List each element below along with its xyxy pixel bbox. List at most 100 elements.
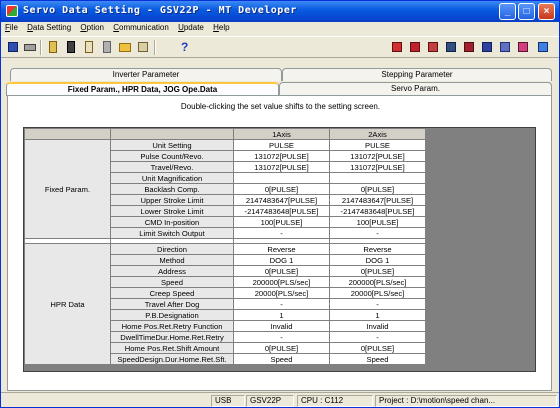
axis1-value-cell[interactable]: 0[PULSE] [233,183,330,195]
grid-empty-area [425,128,525,140]
axis2-value-cell[interactable]: 0[PULSE] [329,342,426,354]
grid-empty-area [425,139,525,151]
save-icon[interactable] [5,39,21,55]
write-icon[interactable] [389,39,405,55]
axis1-value-cell[interactable]: DOG 1 [233,254,330,266]
parameter-label: Unit Magnification [110,172,234,184]
table-row: Fixed Param. Unit Setting PULSE PULSE [24,139,525,239]
axis2-value-cell[interactable]: 0[PULSE] [329,183,426,195]
axis1-value-cell[interactable]: 131072[PULSE] [233,150,330,162]
tab-inverter-parameter[interactable]: Inverter Parameter [10,68,282,81]
app-icon [6,5,18,17]
menu-help[interactable]: Help [209,22,232,32]
axis1-value-cell[interactable]: 131072[PULSE] [233,161,330,173]
axis1-value-cell[interactable]: 1 [233,309,330,321]
status-connection: USB [211,395,245,407]
folder-icon[interactable] [117,39,133,55]
menu-file[interactable]: File [1,22,21,32]
close-button[interactable]: × [538,3,555,20]
title-bar[interactable]: Servo Data Setting - GSV22P - MT Develop… [1,1,559,22]
menu-update[interactable]: Update [174,22,207,32]
tab-stepping-parameter[interactable]: Stepping Parameter [282,68,552,81]
axis1-value-cell[interactable]: Speed [233,353,330,365]
parameter-icon[interactable] [45,39,61,55]
monitor-icon[interactable] [99,39,115,55]
monitor-screen-icon[interactable] [443,39,459,55]
axis2-value-cell[interactable]: 2147483647[PULSE] [329,194,426,206]
axis1-value-cell[interactable]: 0[PULSE] [233,342,330,354]
axis2-value-cell[interactable]: Invalid [329,320,426,332]
parameter-label: P.B.Designation [110,309,234,321]
axis1-value-cell[interactable]: - [233,227,330,239]
controller-icon[interactable] [63,39,79,55]
axis1-value-cell[interactable]: PULSE [233,139,330,151]
tab-fixed-param-hpr-jog[interactable]: Fixed Param., HPR Data, JOG Ope.Data [6,82,279,96]
verify-icon[interactable] [425,39,441,55]
axis2-value-cell[interactable]: PULSE [329,139,426,151]
edit-icon[interactable] [135,39,151,55]
menu-bar: File Data Setting Option Communication U… [1,22,559,36]
axis2-value-cell[interactable]: - [329,227,426,239]
parameter-label: CMD In-position [110,216,234,228]
axis1-value-cell[interactable]: 20000[PLS/sec] [233,287,330,299]
menu-option[interactable]: Option [76,22,107,32]
axis1-value-cell[interactable]: Invalid [233,320,330,332]
axis1-value-cell[interactable]: - [233,331,330,343]
grid-empty-area [425,216,525,228]
maximize-button[interactable]: □ [518,3,535,20]
grid-corner-cell [110,128,234,140]
axis2-value-cell[interactable]: - [329,298,426,310]
grid-empty-area [425,150,525,162]
read-icon[interactable] [407,39,423,55]
axis1-value-cell[interactable]: 2147483647[PULSE] [233,194,330,206]
parameter-label: SpeedDesign.Dur.Home.Ret.Sft. [110,353,234,365]
axis1-value-cell[interactable]: 100[PULSE] [233,216,330,228]
axis2-value-cell[interactable]: 131072[PULSE] [329,161,426,173]
grid-empty-area [425,194,525,206]
minimize-button[interactable]: _ [499,3,516,20]
axis2-value-cell[interactable]: 131072[PULSE] [329,150,426,162]
system-icon[interactable] [497,39,513,55]
tab-servo-param[interactable]: Servo Param. [279,82,552,95]
axis1-value-cell[interactable] [233,172,330,184]
menu-data-setting[interactable]: Data Setting [23,22,74,32]
parameter-label: Travel/Revo. [110,161,234,173]
axis2-value-cell[interactable]: 0[PULSE] [329,265,426,277]
axis1-value-cell[interactable]: -2147483648[PULSE] [233,205,330,217]
status-plc: GSV22P [246,395,294,407]
print-icon[interactable] [22,39,38,55]
axis2-value-cell[interactable]: Speed [329,353,426,365]
status-bar: USB GSV22P CPU : C112 Project : D:\motio… [1,392,559,407]
toolbar-separator [154,40,156,55]
parameter-label: Upper Stroke Limit [110,194,234,206]
group-label: HPR Data [24,243,111,365]
group-label: Fixed Param. [24,139,111,239]
axis2-value-cell[interactable]: 100[PULSE] [329,216,426,228]
axis2-value-cell[interactable]: Reverse [329,243,426,255]
axis2-value-cell[interactable]: -2147483648[PULSE] [329,205,426,217]
grid-empty-area [425,254,525,266]
axis2-value-cell[interactable]: - [329,331,426,343]
axis1-value-cell[interactable]: Reverse [233,243,330,255]
axis2-value-cell[interactable]: 200000[PLS/sec] [329,276,426,288]
grid-empty-area [425,353,525,365]
grid-empty-area [425,298,525,310]
help-icon[interactable]: ? [177,39,193,55]
axis1-value-cell[interactable]: 0[PULSE] [233,265,330,277]
grid-empty-area [425,161,525,173]
axis2-value-cell[interactable]: 20000[PLS/sec] [329,287,426,299]
axis2-value-cell[interactable]: 1 [329,309,426,321]
test-icon[interactable] [479,39,495,55]
axis2-value-cell[interactable]: DOG 1 [329,254,426,266]
transfer-icon[interactable] [535,39,551,55]
tab-panel: Double-clicking the set value shifts to … [7,95,552,391]
grid-empty-area [425,331,525,343]
axis1-value-cell[interactable]: - [233,298,330,310]
axis-monitor-icon[interactable] [461,39,477,55]
servo-icon[interactable] [81,39,97,55]
grid-empty-area [425,227,525,239]
axis1-value-cell[interactable]: 200000[PLS/sec] [233,276,330,288]
menu-communication[interactable]: Communication [109,22,172,32]
tool-icon[interactable] [515,39,531,55]
axis2-value-cell[interactable] [329,172,426,184]
